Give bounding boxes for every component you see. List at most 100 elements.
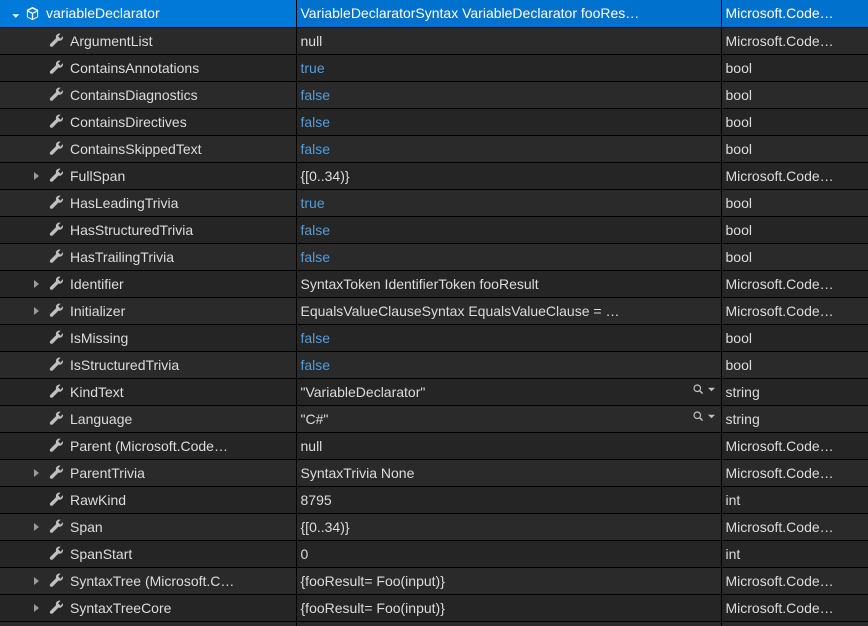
name-cell[interactable]: ContainsAnnotations — [0, 54, 296, 81]
expander[interactable] — [0, 0, 24, 27]
wrench-icon — [48, 600, 64, 616]
name-cell[interactable]: KindText — [0, 378, 296, 405]
name-cell[interactable]: Span — [0, 513, 296, 540]
expander[interactable] — [24, 622, 48, 626]
name-cell[interactable]: SyntaxTreeCore — [0, 594, 296, 621]
expander[interactable] — [24, 298, 48, 324]
name-cell[interactable]: SyntaxTree (Microsoft.C… — [0, 567, 296, 594]
name-cell[interactable]: SpanStart — [0, 540, 296, 567]
name-cell[interactable]: variableDeclarator — [0, 0, 296, 27]
value-cell[interactable]: {[0..34)} — [296, 513, 721, 540]
value-cell[interactable]: false — [296, 108, 721, 135]
expander — [24, 244, 48, 270]
name-cell[interactable]: FullSpan — [0, 162, 296, 189]
name-cell[interactable]: Non-Public members — [0, 621, 296, 626]
table-row[interactable]: ContainsDirectivesfalsebool — [0, 108, 868, 135]
name-label: IsMissing — [70, 330, 290, 346]
table-row[interactable]: ContainsSkippedTextfalsebool — [0, 135, 868, 162]
table-row[interactable]: variableDeclaratorVariableDeclaratorSynt… — [0, 0, 868, 27]
text-visualizer-button[interactable] — [692, 383, 715, 396]
value-cell[interactable]: "C#" — [296, 405, 721, 432]
expander[interactable] — [24, 568, 48, 594]
type-text: Microsoft.Code… — [722, 600, 834, 616]
name-cell[interactable]: Language — [0, 405, 296, 432]
value-cell[interactable]: false — [296, 81, 721, 108]
expander — [24, 433, 48, 459]
type-text: Microsoft.Code… — [722, 303, 834, 319]
expander[interactable] — [24, 595, 48, 621]
table-row[interactable]: Parent (Microsoft.Code…nullMicrosoft.Cod… — [0, 432, 868, 459]
name-cell[interactable]: ContainsSkippedText — [0, 135, 296, 162]
name-cell[interactable]: ParentTrivia — [0, 459, 296, 486]
expander — [24, 406, 48, 432]
table-row[interactable]: IsStructuredTriviafalsebool — [0, 351, 868, 378]
table-row[interactable]: SpanStart0int — [0, 540, 868, 567]
expander — [0, 379, 24, 405]
type-cell: bool — [721, 54, 868, 81]
value-text: SyntaxTrivia None — [297, 465, 415, 481]
table-row[interactable]: HasLeadingTriviatruebool — [0, 189, 868, 216]
value-cell[interactable]: VariableDeclaratorSyntax VariableDeclara… — [296, 0, 721, 27]
name-cell[interactable]: IsMissing — [0, 324, 296, 351]
value-cell[interactable]: SyntaxTrivia None — [296, 459, 721, 486]
table-row[interactable]: IsMissingfalsebool — [0, 324, 868, 351]
table-row[interactable]: InitializerEqualsValueClauseSyntax Equal… — [0, 297, 868, 324]
table-row[interactable]: Language"C#" string — [0, 405, 868, 432]
table-row[interactable]: FullSpan{[0..34)}Microsoft.Code… — [0, 162, 868, 189]
name-cell[interactable]: Initializer — [0, 297, 296, 324]
value-cell[interactable]: false — [296, 216, 721, 243]
name-cell[interactable]: IsStructuredTrivia — [0, 351, 296, 378]
table-row[interactable]: SyntaxTreeCore {fooResult= Foo(input)}Mic… — [0, 594, 868, 621]
table-row[interactable]: RawKind8795int — [0, 486, 868, 513]
table-row[interactable]: ParentTriviaSyntaxTrivia NoneMicrosoft.C… — [0, 459, 868, 486]
value-cell[interactable] — [296, 621, 721, 626]
table-row[interactable]: SyntaxTree (Microsoft.C… {fooResult= Foo(… — [0, 567, 868, 594]
value-cell[interactable]: SyntaxToken IdentifierToken fooResult — [296, 270, 721, 297]
value-cell[interactable]: false — [296, 324, 721, 351]
value-cell[interactable]: null — [296, 27, 721, 54]
value-cell[interactable]: 8795 — [296, 486, 721, 513]
name-cell[interactable]: Parent (Microsoft.Code… — [0, 432, 296, 459]
type-cell: string — [721, 405, 868, 432]
expander[interactable] — [24, 514, 48, 540]
name-cell[interactable]: Identifier — [0, 270, 296, 297]
name-cell[interactable]: ContainsDirectives — [0, 108, 296, 135]
value-cell[interactable]: {[0..34)} — [296, 162, 721, 189]
value-cell[interactable]: 0 — [296, 540, 721, 567]
name-cell[interactable]: ContainsDiagnostics — [0, 81, 296, 108]
value-cell[interactable]: false — [296, 243, 721, 270]
table-row[interactable]: IdentifierSyntaxToken IdentifierToken fo… — [0, 270, 868, 297]
name-cell[interactable]: RawKind — [0, 486, 296, 513]
value-cell[interactable]: false — [296, 351, 721, 378]
type-cell: int — [721, 486, 868, 513]
name-label: SyntaxTree (Microsoft.C… — [70, 573, 290, 589]
watch-variables-table[interactable]: variableDeclaratorVariableDeclaratorSynt… — [0, 0, 868, 626]
value-cell[interactable]: false — [296, 135, 721, 162]
expander — [0, 163, 24, 189]
table-row[interactable]: ArgumentListnullMicrosoft.Code… — [0, 27, 868, 54]
value-cell[interactable]: EqualsValueClauseSyntax EqualsValueClaus… — [296, 297, 721, 324]
table-row[interactable]: ContainsAnnotationstruebool — [0, 54, 868, 81]
value-cell[interactable]: null — [296, 432, 721, 459]
table-row[interactable]: HasStructuredTriviafalsebool — [0, 216, 868, 243]
value-cell[interactable]: true — [296, 189, 721, 216]
value-cell[interactable]: {fooResult= Foo(input)} — [296, 567, 721, 594]
expander[interactable] — [24, 460, 48, 486]
value-cell[interactable]: "VariableDeclarator" — [296, 378, 721, 405]
value-cell[interactable]: true — [296, 54, 721, 81]
text-visualizer-button[interactable] — [692, 410, 715, 423]
expander[interactable] — [24, 271, 48, 297]
table-row[interactable]: ContainsDiagnosticsfalsebool — [0, 81, 868, 108]
name-cell[interactable]: HasLeadingTrivia — [0, 189, 296, 216]
type-cell: Microsoft.Code… — [721, 297, 868, 324]
name-cell[interactable]: ArgumentList — [0, 27, 296, 54]
table-row[interactable]: Span{[0..34)}Microsoft.Code… — [0, 513, 868, 540]
table-row[interactable]: Non-Public members — [0, 621, 868, 626]
name-cell[interactable]: HasTrailingTrivia — [0, 243, 296, 270]
value-cell[interactable]: {fooResult= Foo(input)} — [296, 594, 721, 621]
table-row[interactable]: KindText"VariableDeclarator" string — [0, 378, 868, 405]
name-cell[interactable]: HasStructuredTrivia — [0, 216, 296, 243]
name-label: SyntaxTreeCore — [70, 600, 290, 616]
expander[interactable] — [24, 163, 48, 189]
table-row[interactable]: HasTrailingTriviafalsebool — [0, 243, 868, 270]
